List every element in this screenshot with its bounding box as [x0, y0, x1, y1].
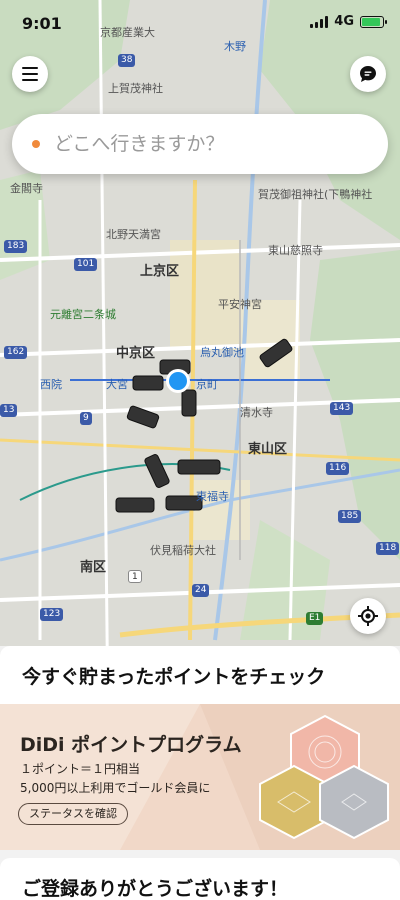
destination-search[interactable]: [12, 114, 388, 174]
road-shield: 116: [326, 462, 350, 475]
welcome-title: ご登録ありがとうございます！: [0, 858, 400, 900]
map-label: 烏丸御池: [200, 346, 244, 359]
map-label: 平安神宮: [218, 298, 262, 311]
status-time: 9:01: [22, 14, 62, 33]
map-label: 元離宮二条城: [50, 308, 116, 321]
road-shield: 9: [80, 412, 92, 425]
map-label: 上京区: [140, 264, 180, 279]
destination-input[interactable]: [54, 133, 354, 155]
map-label: 金閣寺: [10, 182, 43, 195]
battery-level: [362, 17, 380, 26]
road-shield: 123: [40, 608, 64, 621]
map-label: 伏見稲荷大社: [150, 544, 216, 557]
status-indicators: 4G: [310, 14, 387, 29]
promo-line: １ポイント＝１円相当: [20, 762, 141, 776]
map-label: 南区: [80, 560, 107, 575]
road-shield: 38: [118, 54, 136, 67]
message-icon: [360, 66, 376, 82]
map-label: 東山慈照寺: [268, 244, 323, 257]
road-shield: 101: [74, 258, 98, 271]
check-status-button[interactable]: ステータスを確認: [18, 803, 128, 825]
bottom-panel: 今すぐ貯まったポイントをチェック DiDi ポイントプログラム １ポイント＝１円…: [0, 646, 400, 900]
map-label: 北野天満宮: [106, 228, 161, 241]
search-dot-icon: [32, 140, 40, 148]
road-shield: 183: [4, 240, 28, 253]
map-label: 大宮: [106, 378, 128, 391]
map-label: 京町: [196, 378, 218, 391]
menu-icon: [22, 67, 38, 81]
signal-icon: [310, 15, 329, 28]
locate-icon: [358, 606, 378, 626]
map-label: 賀茂御祖神社(下鴨神社: [258, 188, 373, 201]
road-shield: 13: [0, 404, 18, 417]
map-label: 東山区: [248, 442, 288, 457]
road-shield: 162: [4, 346, 28, 359]
promo-banner[interactable]: DiDi ポイントプログラム １ポイント＝１円相当 5,000円以上利用でゴール…: [0, 704, 400, 850]
membership-badges-icon: [259, 714, 389, 840]
promo-heading: DiDi ポイントプログラム: [20, 734, 242, 756]
road-shield: 24: [192, 584, 210, 597]
road-shield: 1: [128, 570, 142, 583]
battery-icon: [360, 15, 387, 28]
promo-line: 5,000円以上利用でゴールド会員に: [20, 781, 211, 795]
map-label: 東福寺: [196, 490, 229, 503]
map-label: 中京区: [116, 346, 156, 361]
road-shield: E1: [306, 612, 324, 625]
message-button[interactable]: [350, 56, 386, 92]
map-label: 西院: [40, 378, 62, 391]
map-label: 清水寺: [240, 406, 273, 419]
road-shield: 143: [330, 402, 354, 415]
locate-button[interactable]: [350, 598, 386, 634]
promo-title: 今すぐ貯まったポイントをチェック: [0, 646, 400, 704]
network-type: 4G: [334, 14, 354, 29]
map-label: 上賀茂神社: [108, 82, 163, 95]
road-shield: 118: [376, 542, 400, 555]
menu-button[interactable]: [12, 56, 48, 92]
road-shield: 185: [338, 510, 362, 523]
status-bar: 9:01 4G: [0, 0, 400, 44]
